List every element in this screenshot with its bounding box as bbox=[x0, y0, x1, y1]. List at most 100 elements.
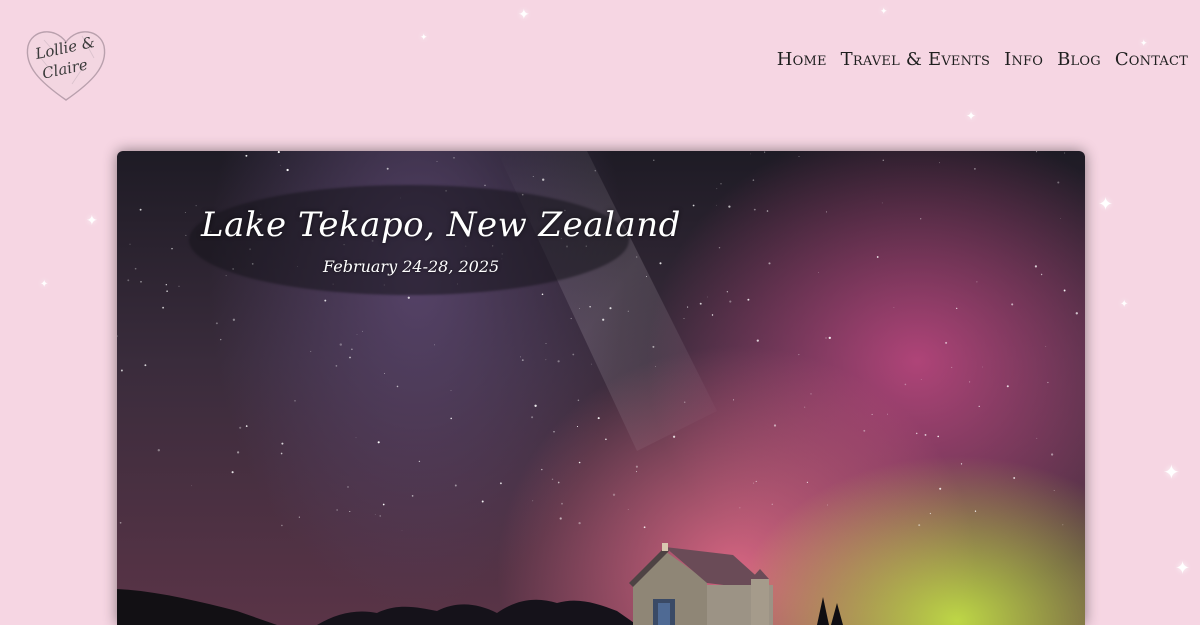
star bbox=[185, 234, 187, 236]
star bbox=[881, 202, 883, 204]
star bbox=[773, 424, 777, 427]
star bbox=[454, 484, 457, 487]
star bbox=[215, 322, 218, 325]
star bbox=[920, 378, 922, 380]
star bbox=[627, 310, 629, 312]
star bbox=[481, 500, 484, 503]
star bbox=[521, 359, 524, 361]
star bbox=[978, 405, 980, 408]
nav-contact[interactable]: Contact bbox=[1115, 49, 1188, 70]
star bbox=[683, 318, 685, 319]
star bbox=[374, 514, 376, 515]
hero-title: Lake Tekapo, New Zealand bbox=[201, 205, 681, 245]
star bbox=[236, 451, 240, 454]
star bbox=[499, 482, 502, 485]
star bbox=[545, 343, 547, 344]
star bbox=[589, 306, 591, 308]
star bbox=[882, 159, 885, 162]
star bbox=[960, 463, 963, 465]
star bbox=[362, 330, 363, 332]
star bbox=[162, 306, 165, 309]
star bbox=[945, 341, 948, 344]
sparkle-icon: ✦ bbox=[40, 279, 49, 290]
star bbox=[157, 449, 160, 452]
star bbox=[687, 306, 689, 308]
star bbox=[396, 385, 399, 388]
nav-home[interactable]: Home bbox=[777, 49, 827, 70]
star bbox=[982, 366, 983, 368]
star bbox=[351, 348, 353, 351]
star bbox=[551, 478, 554, 480]
sparkle-icon: ✦ bbox=[1140, 39, 1148, 49]
star bbox=[720, 183, 722, 185]
sparkle-icon: ✦ bbox=[1098, 194, 1114, 215]
star bbox=[764, 151, 766, 153]
nav-travel-events[interactable]: Travel & Events bbox=[841, 49, 990, 70]
star bbox=[969, 381, 971, 383]
star bbox=[541, 293, 544, 296]
star bbox=[1045, 346, 1047, 347]
sparkle-icon: ✦ bbox=[880, 7, 888, 17]
star bbox=[553, 431, 555, 433]
star bbox=[239, 426, 242, 429]
star bbox=[450, 390, 452, 391]
star bbox=[335, 365, 338, 367]
nav-blog[interactable]: Blog bbox=[1057, 49, 1101, 70]
star bbox=[766, 210, 769, 212]
star bbox=[324, 299, 327, 302]
site-logo[interactable]: Lollie & Claire bbox=[22, 22, 110, 106]
star bbox=[752, 179, 755, 181]
star bbox=[119, 521, 122, 524]
star bbox=[1053, 489, 1055, 492]
star bbox=[887, 413, 888, 415]
star bbox=[386, 167, 389, 170]
star bbox=[191, 485, 193, 487]
star bbox=[810, 393, 812, 395]
star bbox=[434, 344, 435, 346]
star bbox=[279, 164, 281, 166]
sparkle-icon: ✦ bbox=[1163, 460, 1180, 484]
star bbox=[377, 441, 380, 444]
star bbox=[825, 211, 827, 213]
star bbox=[1075, 312, 1078, 315]
hero-date: February 24-28, 2025 bbox=[323, 257, 500, 276]
star bbox=[597, 417, 600, 420]
star bbox=[806, 481, 809, 484]
star bbox=[144, 364, 147, 367]
star bbox=[1034, 265, 1037, 268]
star bbox=[120, 369, 123, 372]
star bbox=[225, 275, 227, 277]
main-nav: Home Travel & Events Info Blog Contact bbox=[777, 49, 1188, 70]
star bbox=[339, 343, 342, 346]
star bbox=[534, 404, 537, 407]
star bbox=[166, 290, 168, 292]
star bbox=[750, 153, 751, 155]
star bbox=[355, 437, 357, 439]
star bbox=[707, 296, 708, 298]
sparkle-icon: ✦ bbox=[1120, 299, 1129, 310]
star bbox=[1013, 477, 1016, 479]
church bbox=[629, 543, 773, 625]
star bbox=[605, 438, 607, 441]
star bbox=[531, 416, 534, 419]
star bbox=[220, 338, 222, 341]
sparkle-icon: ✦ bbox=[1175, 558, 1191, 579]
star bbox=[134, 267, 137, 270]
star bbox=[904, 383, 907, 386]
star bbox=[557, 481, 560, 484]
star bbox=[643, 526, 646, 529]
star bbox=[127, 279, 130, 282]
star bbox=[818, 272, 820, 273]
star bbox=[1059, 218, 1061, 219]
star bbox=[1036, 151, 1038, 153]
star bbox=[577, 399, 580, 402]
nav-info[interactable]: Info bbox=[1004, 49, 1043, 70]
star bbox=[578, 461, 581, 464]
star bbox=[716, 188, 718, 190]
star bbox=[729, 300, 732, 303]
star bbox=[310, 350, 312, 353]
star bbox=[924, 433, 927, 436]
star bbox=[646, 276, 647, 277]
star bbox=[974, 168, 976, 170]
star bbox=[594, 170, 596, 172]
